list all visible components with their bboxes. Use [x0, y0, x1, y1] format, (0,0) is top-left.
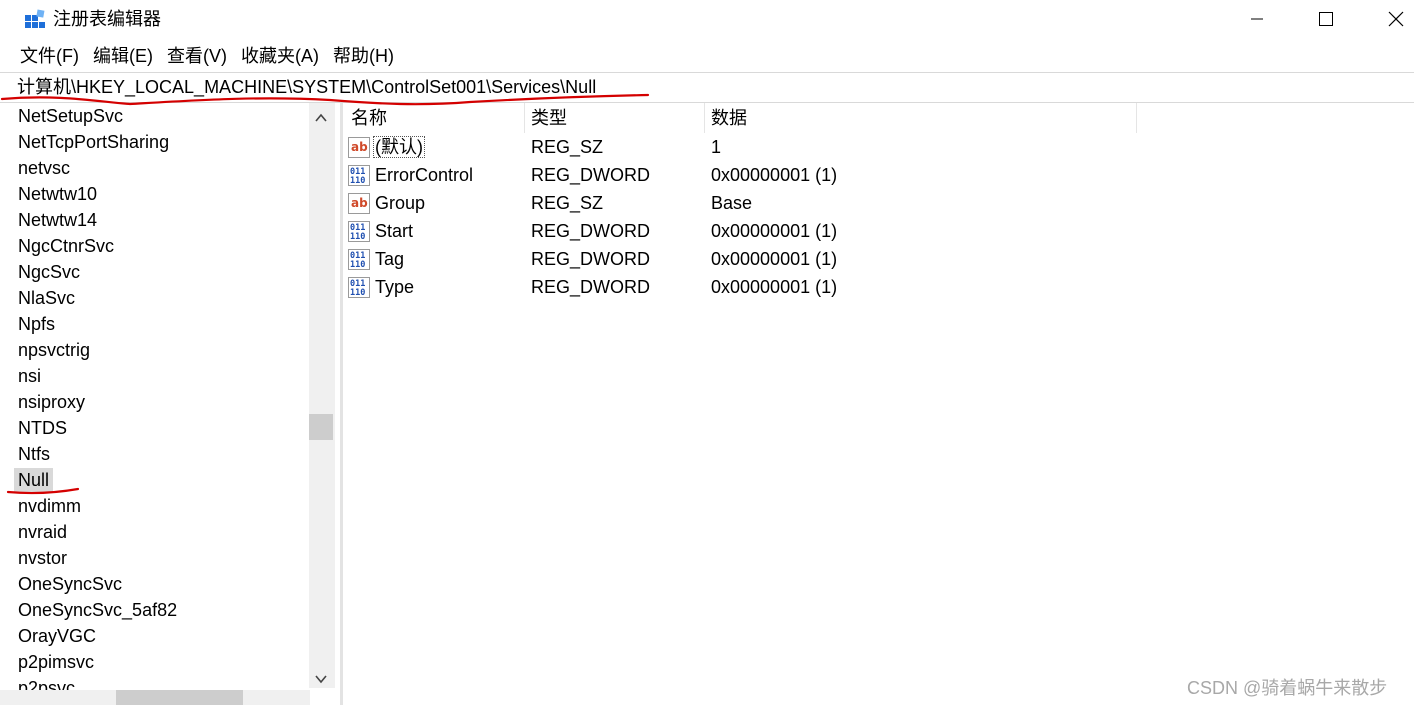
value-name: ErrorControl [375, 165, 474, 185]
menu-edit[interactable]: 编辑(E) [86, 42, 160, 70]
tree-item-ntfs[interactable]: Ntfs [14, 442, 54, 466]
tree-item-netwtw10[interactable]: Netwtw10 [14, 182, 101, 206]
binary-value-icon: 011 110 [348, 277, 370, 298]
key-tree: NetSetupSvc NetTcpPortSharing netvsc Net… [0, 103, 336, 705]
pane-splitter[interactable] [340, 103, 343, 705]
value-data: 0x00000001 (1) [711, 249, 838, 269]
tree-item-onesyncsvc-5af82[interactable]: OneSyncSvc_5af82 [14, 598, 181, 622]
tree-scroll-thumb[interactable] [309, 414, 333, 440]
tree-horizontal-scrollbar[interactable] [0, 690, 310, 705]
value-data: 0x00000001 (1) [711, 277, 838, 297]
tree-item-npsvctrig[interactable]: npsvctrig [14, 338, 94, 362]
value-row[interactable]: 011 110 Start REG_DWORD 0x00000001 (1) [344, 217, 1244, 245]
tree-hscroll-thumb[interactable] [116, 690, 243, 705]
svg-text:ab: ab [351, 196, 368, 210]
close-icon [1388, 11, 1404, 27]
column-header-data[interactable]: 数据 [704, 103, 1136, 133]
value-data: Base [711, 193, 753, 213]
minimize-button[interactable] [1222, 0, 1292, 38]
value-type: REG_DWORD [531, 249, 651, 269]
value-data: 1 [711, 137, 722, 157]
value-row[interactable]: ab (默认) REG_SZ 1 [344, 133, 1244, 161]
menu-bar: 文件(F) 编辑(E) 查看(V) 收藏夹(A) 帮助(H) [0, 42, 401, 70]
tree-item-netwtw14[interactable]: Netwtw14 [14, 208, 101, 232]
menu-help[interactable]: 帮助(H) [326, 42, 401, 70]
column-header-name[interactable]: 名称 [344, 103, 524, 133]
value-data: 0x00000001 (1) [711, 165, 838, 185]
tree-item-nettcpportsharing[interactable]: NetTcpPortSharing [14, 130, 173, 154]
tree-item-null[interactable]: Null [14, 468, 54, 492]
window-title: 注册表编辑器 [53, 9, 161, 29]
column-header-type[interactable]: 类型 [524, 103, 704, 133]
binary-value-icon: 011 110 [348, 249, 370, 270]
svg-text:110: 110 [350, 176, 365, 186]
tree-item-orayvgc[interactable]: OrayVGC [14, 624, 100, 648]
binary-value-icon: 011 110 [348, 165, 370, 186]
minimize-icon [1251, 18, 1263, 20]
tree-item-netvsc[interactable]: netvsc [14, 156, 74, 180]
value-name: Tag [375, 249, 405, 269]
tree-item-nvdimm[interactable]: nvdimm [14, 494, 85, 518]
string-value-icon: ab [348, 137, 370, 158]
svg-text:110: 110 [350, 260, 365, 270]
value-row[interactable]: 011 110 Tag REG_DWORD 0x00000001 (1) [344, 245, 1244, 273]
value-type: REG_DWORD [531, 221, 651, 241]
title-bar: 注册表编辑器 [0, 0, 1414, 38]
tree-item-nvraid[interactable]: nvraid [14, 520, 71, 544]
regedit-app-icon [25, 9, 45, 28]
value-row[interactable]: 011 110 ErrorControl REG_DWORD 0x0000000… [344, 161, 1244, 189]
tree-item-netsetupsvc[interactable]: NetSetupSvc [14, 104, 127, 128]
menu-favorites[interactable]: 收藏夹(A) [234, 42, 326, 70]
tree-item-p2pimsvc[interactable]: p2pimsvc [14, 650, 98, 674]
close-button[interactable] [1361, 0, 1414, 38]
value-type: REG_SZ [531, 193, 604, 213]
menu-view[interactable]: 查看(V) [160, 42, 234, 70]
string-value-icon: ab [348, 193, 370, 214]
value-type: REG_DWORD [531, 277, 651, 297]
address-path[interactable]: 计算机\HKEY_LOCAL_MACHINE\SYSTEM\ControlSet… [17, 76, 596, 98]
address-bar[interactable]: 计算机\HKEY_LOCAL_MACHINE\SYSTEM\ControlSet… [0, 72, 1414, 103]
scroll-up-icon[interactable] [313, 110, 329, 126]
column-divider[interactable] [1136, 103, 1137, 133]
menu-file[interactable]: 文件(F) [13, 42, 86, 70]
watermark: CSDN @骑着蜗牛来散步 [1187, 678, 1388, 698]
binary-value-icon: 011 110 [348, 221, 370, 242]
scroll-down-icon[interactable] [313, 671, 329, 687]
tree-item-ngcctnrsvc[interactable]: NgcCtnrSvc [14, 234, 118, 258]
tree-item-ngcsvc[interactable]: NgcSvc [14, 260, 84, 284]
tree-item-nsiproxy[interactable]: nsiproxy [14, 390, 89, 414]
maximize-button[interactable] [1291, 0, 1361, 38]
value-list: 名称 类型 数据 ab (默认) REG_SZ 1 011 110 ErrorC… [344, 103, 1414, 705]
tree-item-onesyncsvc[interactable]: OneSyncSvc [14, 572, 126, 596]
tree-item-nsi[interactable]: nsi [14, 364, 45, 388]
svg-text:110: 110 [350, 288, 365, 298]
value-data: 0x00000001 (1) [711, 221, 838, 241]
value-name: Start [375, 221, 414, 241]
tree-item-ntds[interactable]: NTDS [14, 416, 71, 440]
tree-item-nvstor[interactable]: nvstor [14, 546, 71, 570]
value-name: Group [375, 193, 426, 213]
svg-text:ab: ab [351, 140, 368, 154]
value-row[interactable]: 011 110 Type REG_DWORD 0x00000001 (1) [344, 273, 1244, 301]
maximize-icon [1319, 12, 1333, 26]
tree-item-npfs[interactable]: Npfs [14, 312, 59, 336]
value-type: REG_DWORD [531, 165, 651, 185]
value-name: Type [375, 277, 415, 297]
value-name: (默认) [373, 136, 425, 158]
tree-item-nlasvc[interactable]: NlaSvc [14, 286, 79, 310]
tree-vertical-scrollbar[interactable] [309, 103, 335, 688]
value-type: REG_SZ [531, 137, 604, 157]
value-row[interactable]: ab Group REG_SZ Base [344, 189, 1244, 217]
svg-text:110: 110 [350, 232, 365, 242]
